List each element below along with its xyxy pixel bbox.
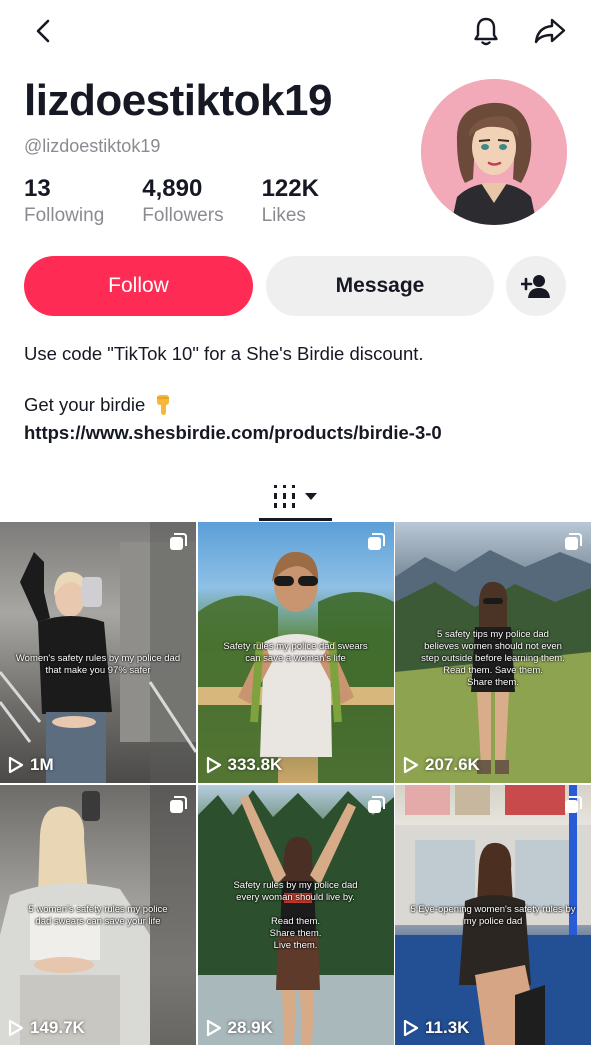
video-view-count: 333.8K [206,755,283,775]
multi-image-icon [367,796,385,813]
stat-following[interactable]: 13 Following [24,175,104,229]
video-view-count: 1M [8,755,54,775]
top-bar [0,0,591,62]
share-button[interactable] [528,9,572,53]
profile-display-name: lizdoestiktok19 [24,76,332,125]
view-count-text: 207.6K [425,755,480,774]
bio-line: Get your birdie [24,393,175,417]
video-thumbnail[interactable]: 5 safety tips my police dad believes wom… [395,522,591,783]
video-thumbnail[interactable]: Safety rules my police dad swears can sa… [197,522,394,783]
stat-label: Following [24,205,105,226]
bio-text: Get your birdie [24,394,146,415]
video-thumbnail[interactable]: 5 women's safety rules my police dad swe… [0,785,196,1045]
avatar-illustration [421,79,567,225]
bio-link[interactable]: https://www.shesbirdie.com/products/bird… [24,421,442,445]
play-icon [206,1019,221,1037]
multi-image-icon [565,796,582,813]
multi-image-icon [170,796,187,813]
video-caption: Safety rules my police dad swears can sa… [223,641,368,664]
multi-image-icon [170,533,187,550]
pointing-down-emoji-icon [157,395,170,415]
avatar[interactable] [421,79,567,225]
message-button[interactable]: Message [266,256,494,316]
bio-text: Use code "TikTok 10" for a She's Birdie … [24,343,424,364]
video-view-count: 207.6K [403,755,480,775]
multi-image-icon [565,533,582,550]
active-tab-indicator [259,518,332,521]
stat-label: Followers [142,205,224,226]
video-caption: 5 safety tips my police dad believes wom… [421,629,565,688]
video-grid: Women's safety rules by my police dad th… [0,522,591,1045]
video-caption: 5 women's safety rules my police dad swe… [28,904,168,927]
view-count-text: 11.3K [425,1018,470,1037]
share-arrow-icon [534,18,566,44]
grid-view-icon [273,485,317,508]
content-tab-bar [0,470,591,522]
play-icon [403,1019,419,1037]
video-caption: Safety rules by my police dad every woma… [233,880,358,951]
video-thumbnail[interactable]: Women's safety rules by my police dad th… [0,522,196,783]
stat-value: 13 [24,175,51,202]
play-icon [403,756,419,774]
view-count-text: 1M [30,755,54,774]
play-icon [8,1019,24,1037]
stat-value: 4,890 [142,175,203,202]
play-icon [206,756,221,774]
back-button[interactable] [22,9,66,53]
video-view-count: 11.3K [403,1018,469,1038]
stat-value: 122K [261,175,319,202]
bell-icon [474,17,498,46]
follow-button[interactable]: Follow [24,256,253,316]
view-count-text: 149.7K [30,1018,85,1037]
stat-label: Likes [261,205,306,226]
add-user-icon [521,275,550,298]
video-thumbnail[interactable]: 5 Eye-opening women's safety rules by my… [395,785,591,1045]
notifications-button[interactable] [464,9,508,53]
video-thumbnail[interactable]: Safety rules by my police dad every woma… [197,785,394,1045]
view-count-text: 28.9K [227,1018,273,1037]
video-view-count: 149.7K [8,1018,85,1038]
stat-likes: 122K Likes [262,175,319,229]
view-count-text: 333.8K [227,755,283,774]
video-caption: 5 Eye-opening women's safety rules by my… [410,904,576,927]
tab-videos[interactable] [259,470,332,522]
play-icon [8,756,24,774]
video-view-count: 28.9K [206,1018,273,1038]
add-friend-button[interactable] [506,256,566,316]
multi-image-icon [367,533,385,550]
profile-handle: @lizdoestiktok19 [24,136,161,156]
chevron-left-icon [36,19,50,43]
video-caption: Women's safety rules by my police dad th… [15,653,181,676]
profile-stats: 13 Following 4,890 Followers 122K Likes [24,175,357,229]
stat-followers[interactable]: 4,890 Followers [142,175,223,229]
